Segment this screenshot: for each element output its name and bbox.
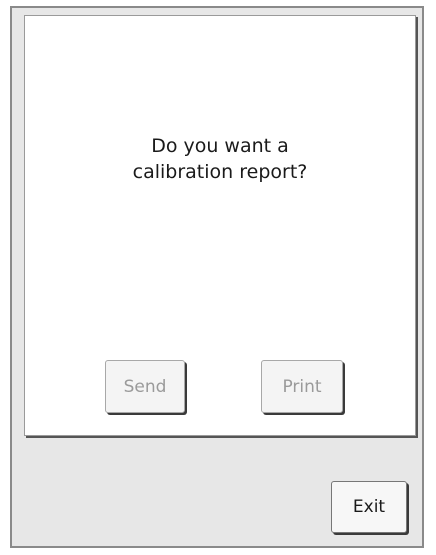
print-button[interactable]: Print	[261, 360, 343, 413]
question-line-2: calibration report?	[132, 161, 308, 183]
calibration-report-dialog: Do you want a calibration report? Send P…	[24, 15, 416, 436]
send-button[interactable]: Send	[105, 360, 185, 413]
question-line-1: Do you want a	[151, 135, 289, 157]
exit-button[interactable]: Exit	[331, 481, 407, 533]
dialog-question: Do you want a calibration report?	[25, 133, 415, 185]
device-screen: Do you want a calibration report? Send P…	[10, 6, 424, 548]
